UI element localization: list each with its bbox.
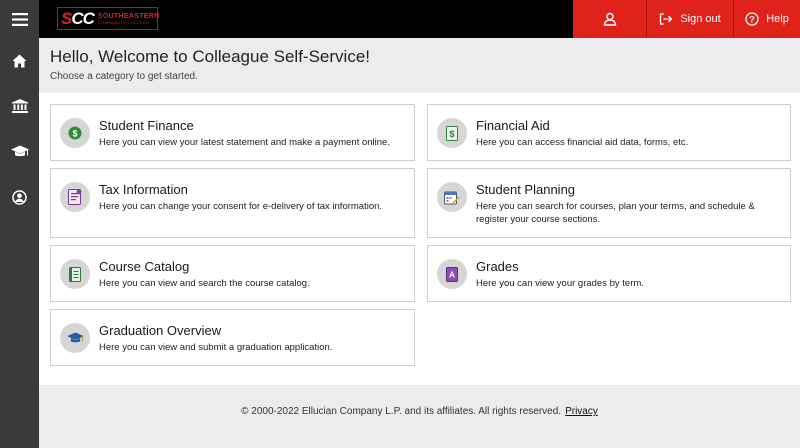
grades-icon: A: [446, 266, 458, 282]
card-title: Financial Aid: [476, 118, 550, 133]
card-icon-wrap: [437, 182, 467, 212]
card-tax-information[interactable]: Tax Information Here you can change your…: [50, 168, 415, 238]
card-title: Student Planning: [476, 182, 576, 197]
card-course-catalog[interactable]: Course Catalog Here you can view and sea…: [50, 245, 415, 302]
dollar-icon: $: [68, 126, 82, 140]
card-icon-wrap: [60, 182, 90, 212]
sign-out-icon: [660, 13, 673, 25]
user-profile-button[interactable]: [573, 0, 646, 38]
sidebar: [0, 0, 39, 448]
copyright-text: © 2000-2022 Ellucian Company L.P. and it…: [241, 406, 562, 417]
welcome-banner: Hello, Welcome to Colleague Self-Service…: [39, 38, 800, 93]
page-title: Hello, Welcome to Colleague Self-Service…: [50, 47, 370, 66]
card-description: Here you can view and search the course …: [99, 278, 310, 289]
graduation-cap-icon: [10, 145, 29, 156]
card-title: Tax Information: [99, 182, 188, 197]
main-area: Hello, Welcome to Colleague Self-Service…: [39, 38, 800, 448]
svg-text:$: $: [72, 128, 77, 138]
page-subtitle: Choose a category to get started.: [50, 71, 198, 82]
sign-out-button[interactable]: Sign out: [646, 0, 733, 38]
financial-aid-icon: $: [446, 125, 458, 141]
svg-text:$: $: [449, 129, 454, 139]
logo-mark: SCC: [61, 8, 95, 28]
user-circle-icon: [12, 189, 27, 205]
header-actions: Sign out ? Help: [573, 0, 800, 38]
card-student-planning[interactable]: Student Planning Here you can search for…: [427, 168, 791, 238]
card-icon-wrap: [60, 323, 90, 353]
graduation-cap-icon: [66, 332, 84, 343]
sidebar-item-profile[interactable]: [0, 182, 39, 212]
sidebar-item-academics[interactable]: [0, 136, 39, 166]
card-description: Here you can view your grades by term.: [476, 278, 644, 289]
card-icon-wrap: [60, 259, 90, 289]
help-button[interactable]: ? Help: [733, 0, 800, 38]
card-description: Here you can search for courses, plan yo…: [476, 201, 755, 225]
card-description: Here you can access financial aid data, …: [476, 137, 689, 148]
card-icon-wrap: A: [437, 259, 467, 289]
card-description: Here you can change your consent for e-d…: [99, 201, 383, 212]
help-icon: ?: [745, 12, 759, 26]
page-footer: © 2000-2022 Ellucian Company L.P. and it…: [39, 385, 800, 448]
top-header: SCC SOUTHEASTERN COMMUNITY COLLEGE Sign …: [0, 0, 800, 38]
user-icon: [603, 12, 616, 26]
card-description: Here you can view and submit a graduatio…: [99, 342, 333, 353]
help-label: Help: [766, 13, 789, 25]
sidebar-menu-toggle[interactable]: [0, 4, 39, 34]
menu-icon: [11, 12, 28, 26]
category-grid: $ Student Finance Here you can view your…: [39, 93, 800, 385]
svg-text:A: A: [449, 270, 455, 279]
sidebar-item-home[interactable]: [0, 46, 39, 76]
privacy-link[interactable]: Privacy: [565, 406, 598, 417]
card-title: Student Finance: [99, 118, 194, 133]
home-icon: [12, 54, 27, 68]
card-student-finance[interactable]: $ Student Finance Here you can view your…: [50, 104, 415, 161]
card-title: Course Catalog: [99, 259, 190, 274]
svg-text:?: ?: [749, 14, 755, 24]
card-financial-aid[interactable]: $ Financial Aid Here you can access fina…: [427, 104, 791, 161]
card-icon-wrap: $: [60, 118, 90, 148]
card-title: Graduation Overview: [99, 323, 222, 338]
sidebar-item-institution[interactable]: [0, 91, 39, 121]
logo-text: SOUTHEASTERN COMMUNITY COLLEGE: [97, 12, 160, 25]
card-title: Grades: [476, 259, 519, 274]
card-icon-wrap: $: [437, 118, 467, 148]
institution-icon: [11, 99, 28, 113]
card-grades[interactable]: A Grades Here you can view your grades b…: [427, 245, 791, 302]
calendar-pencil-icon: [444, 191, 460, 204]
catalog-book-icon: [69, 266, 81, 282]
sign-out-label: Sign out: [680, 13, 721, 25]
tax-document-icon: [68, 189, 82, 205]
card-graduation-overview[interactable]: Graduation Overview Here you can view an…: [50, 309, 415, 366]
card-description: Here you can view your latest statement …: [99, 137, 390, 148]
college-logo[interactable]: SCC SOUTHEASTERN COMMUNITY COLLEGE: [57, 7, 160, 30]
